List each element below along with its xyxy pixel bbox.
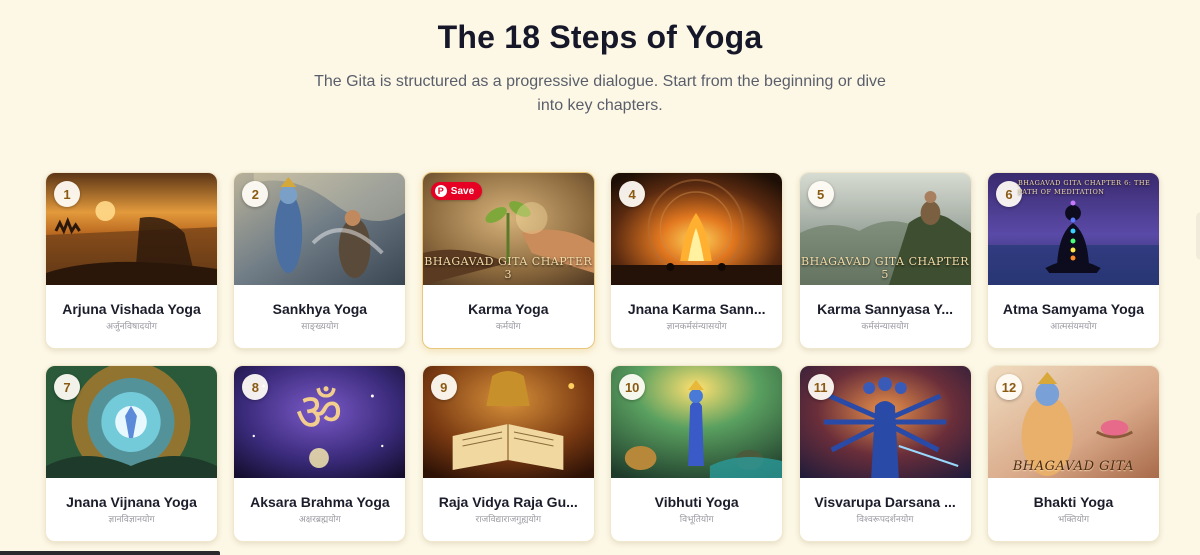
chapter-image: 9 <box>422 366 594 478</box>
chapter-sanskrit-title: कर्मयोग <box>495 322 521 332</box>
chapter-title: Raja Vidya Raja Gu... <box>438 494 578 510</box>
chapter-card-7[interactable]: 7 Jnana Vijnana Yoga ज्ञानविज्ञानयोग <box>45 365 218 542</box>
image-caption: BHAGAVAD GITA CHAPTER 5 <box>801 255 970 281</box>
chapter-title: Arjuna Vishada Yoga <box>62 301 201 317</box>
chapter-sanskrit-title: अक्षरब्रह्मयोग <box>298 515 341 525</box>
chapter-title: Visvarupa Darsana ... <box>814 494 956 510</box>
chapter-card-2[interactable]: 2 Sankhya Yoga साङ्ख्ययोग <box>233 172 407 349</box>
chapter-title: Aksara Brahma Yoga <box>250 494 390 510</box>
chapter-image: 7 <box>46 366 217 478</box>
chapter-sanskrit-title: कर्मसंन्यासयोग <box>861 322 909 332</box>
save-label: Save <box>450 185 475 197</box>
chapter-title: Vibhuti Yoga <box>654 494 739 510</box>
image-caption: BHAGAVAD GITA CHAPTER 3 <box>424 255 593 281</box>
chapter-image: 12 BHAGAVAD GITA <box>987 366 1159 478</box>
chapter-sanskrit-title: ज्ञानकर्मसंन्यासयोग <box>666 322 727 332</box>
chapter-card-1[interactable]: 1 Arjuna Vishada Yoga अर्जुनविषादयोग <box>45 172 218 349</box>
chapter-card-11[interactable]: 11 Visvarupa Darsana ... विश्वरूपदर्शनयो… <box>798 365 972 542</box>
chapter-card-9[interactable]: 9 Raja Vidya Raja Gu... राजविद्याराजगुह्… <box>421 365 595 542</box>
chapter-image: 4 <box>611 173 783 285</box>
page-subtitle: The Gita is structured as a progressive … <box>314 73 886 114</box>
image-caption: BHAGAVAD GITA CHAPTER 6: THE PATH OF MED… <box>1017 179 1151 196</box>
chapter-card-3[interactable]: P Save BHAGAVAD GITA CHAPTER 3 Karma Yog… <box>421 172 595 349</box>
chapter-title: Jnana Vijnana Yoga <box>66 494 197 510</box>
chapter-sanskrit-title: साङ्ख्ययोग <box>301 322 339 332</box>
chapter-number-badge: 5 <box>807 181 834 207</box>
chapter-number-badge: 4 <box>619 181 646 207</box>
chapter-image: ॐ 8 <box>234 366 406 478</box>
chapter-number-badge: 10 <box>619 374 646 400</box>
chapter-image: 2 <box>234 173 406 285</box>
svg-text:ॐ: ॐ <box>296 383 343 443</box>
chapter-image: 5 BHAGAVAD GITA CHAPTER 5 <box>799 173 971 285</box>
pinterest-save-button[interactable]: P Save <box>430 182 483 200</box>
chapter-sanskrit-title: भक्तियोग <box>1057 515 1090 525</box>
chapter-number-badge: 9 <box>430 374 457 400</box>
chapter-card-12[interactable]: 12 BHAGAVAD GITA Bhakti Yoga भक्तियोग <box>986 365 1160 542</box>
chapter-sanskrit-title: विश्वरूपदर्शनयोग <box>856 515 914 525</box>
chapter-title: Atma Samyama Yoga <box>1002 301 1144 317</box>
chapter-card-4[interactable]: 4 Jnana Karma Sann... ज्ञानकर्मसंन्यासयो… <box>610 172 784 349</box>
page-title: The 18 Steps of Yoga <box>437 19 763 55</box>
chapter-sanskrit-title: अर्जुनविषादयोग <box>106 322 157 332</box>
chapter-number-badge: 7 <box>54 374 80 400</box>
chapter-sanskrit-title: ज्ञानविज्ञानयोग <box>108 515 155 525</box>
chapter-number-badge: 1 <box>54 181 80 207</box>
image-caption: BHAGAVAD GITA <box>1012 459 1135 474</box>
chapter-title: Karma Yoga <box>468 301 549 317</box>
chapter-sanskrit-title: विभूतियोग <box>679 515 714 525</box>
chapter-title: Bhakti Yoga <box>1033 494 1114 510</box>
page-header: The 18 Steps of Yoga The Gita is structu… <box>0 0 1200 118</box>
chapter-sanskrit-title: आत्मसंयमयोग <box>1050 322 1097 332</box>
chapter-image: 10 <box>611 366 783 478</box>
chapter-number-badge: 12 <box>995 374 1022 400</box>
chapter-grid: 1 Arjuna Vishada Yoga अर्जुनविषादयोग 2 S… <box>45 172 1160 542</box>
chapter-image: P Save BHAGAVAD GITA CHAPTER 3 <box>422 173 594 285</box>
chapter-sanskrit-title: राजविद्याराजगुह्ययोग <box>475 515 542 525</box>
chapter-card-5[interactable]: 5 BHAGAVAD GITA CHAPTER 5 Karma Sannyasa… <box>798 172 972 349</box>
scroll-edge-handle[interactable] <box>1196 212 1200 260</box>
pinterest-icon: P <box>434 185 447 197</box>
chapter-card-8[interactable]: ॐ 8 Aksara Brahma Yoga अक्षरब्रह्मयोग <box>233 365 407 542</box>
chapter-title: Jnana Karma Sann... <box>627 301 766 317</box>
chapter-image: 6 BHAGAVAD GITA CHAPTER 6: THE PATH OF M… <box>987 173 1159 285</box>
chapter-card-10[interactable]: 10 Vibhuti Yoga विभूतियोग <box>610 365 784 542</box>
chapter-title: Karma Sannyasa Y... <box>817 301 954 317</box>
chapter-number-badge: 11 <box>807 374 834 400</box>
chapter-card-6[interactable]: 6 BHAGAVAD GITA CHAPTER 6: THE PATH OF M… <box>986 172 1160 349</box>
chapter-title: Sankhya Yoga <box>272 301 368 317</box>
chapter-image: 1 <box>46 173 217 285</box>
bottom-scrollbar[interactable] <box>0 551 220 555</box>
chapter-image: 11 <box>799 366 971 478</box>
